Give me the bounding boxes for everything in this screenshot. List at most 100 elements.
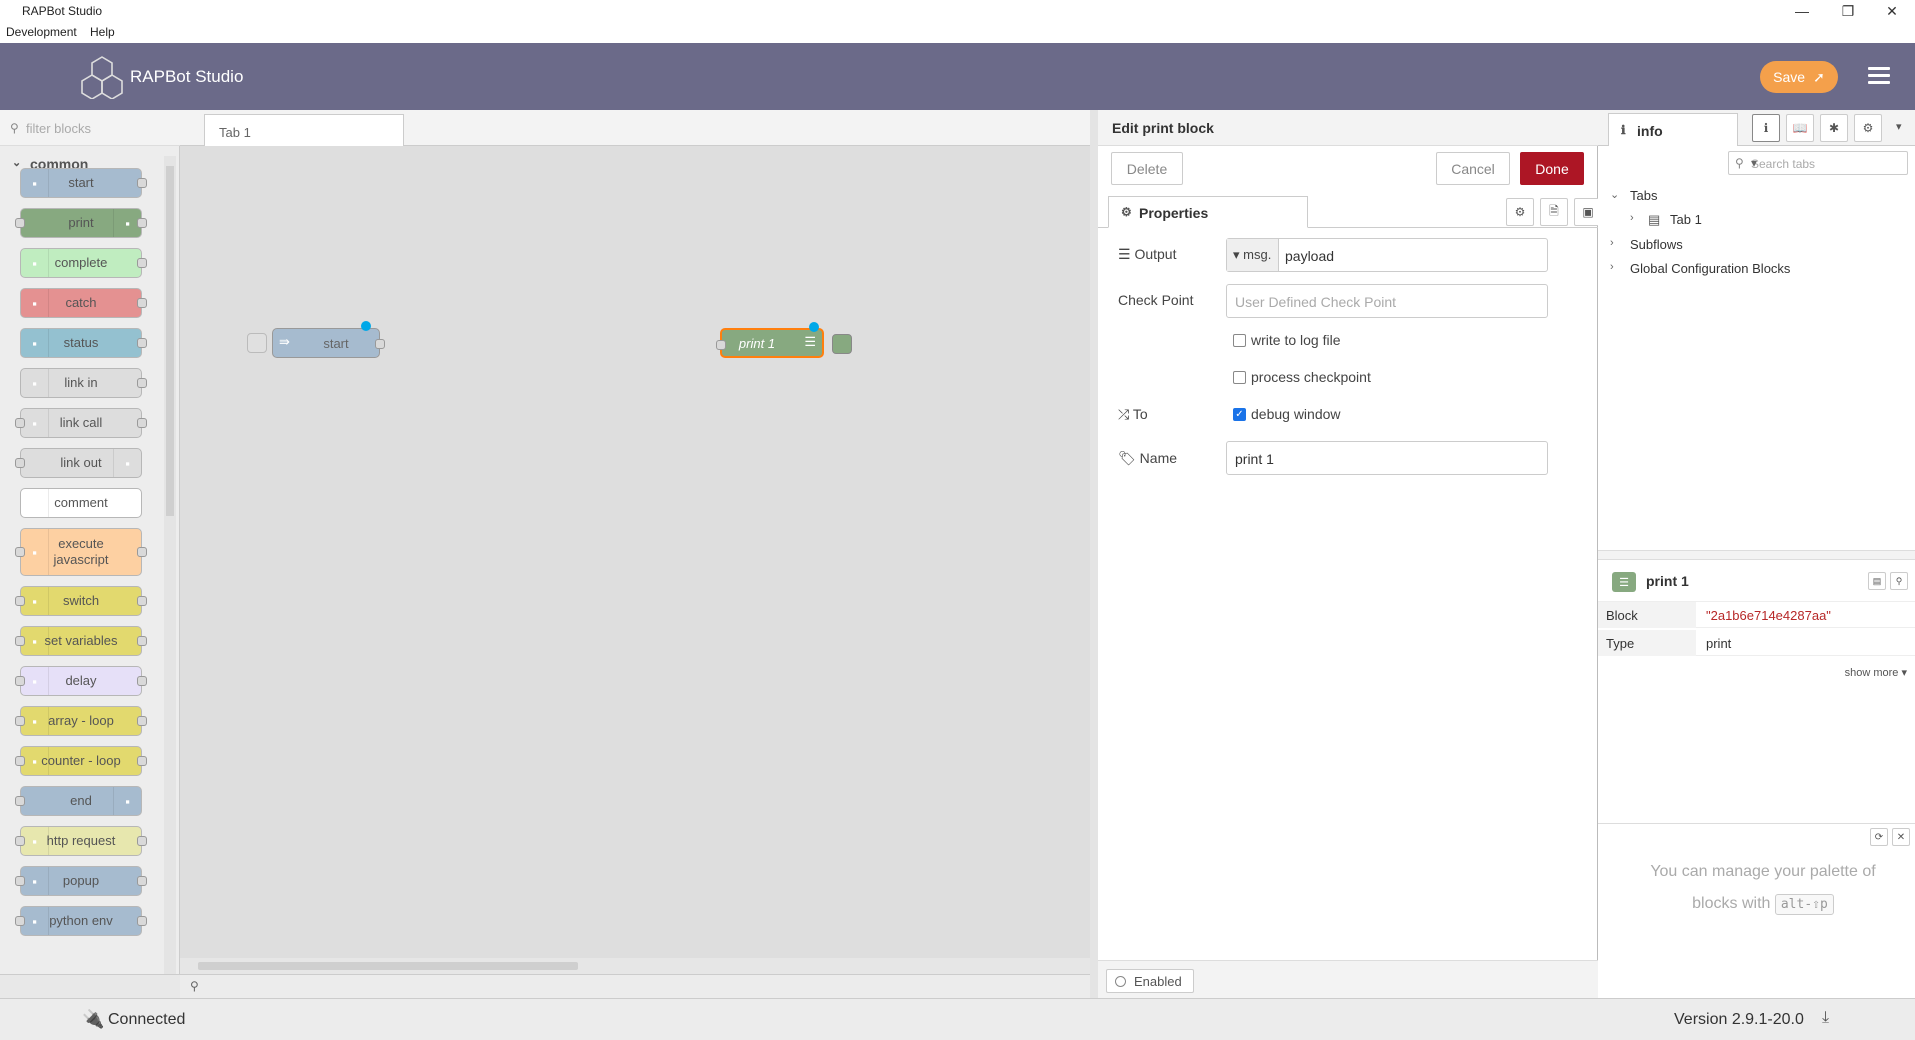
palette-node-complete[interactable]: ▪ complete [20,248,147,278]
bug-icon: ✱ [1828,121,1840,135]
delete-button[interactable]: Delete [1111,152,1183,185]
palette-node-catch[interactable]: ▪ catch [20,288,147,318]
palette-node-link-in[interactable]: ▪ link in [20,368,147,398]
flow-canvas[interactable]: ⇛ start print 1 ☰ [180,146,1090,958]
tree-global-config[interactable]: › Global Configuration Blocks [1610,261,1790,276]
zoom-search-icon[interactable]: ⚲ [190,979,199,993]
output-port [137,547,147,557]
input-port[interactable] [716,340,726,350]
version-label: Version 2.9.1-20.0 [1674,1011,1804,1028]
tree-subflows[interactable]: › Subflows [1610,237,1683,252]
palette-node-comment[interactable]: ▪ comment [20,488,142,518]
help-tab-button[interactable]: 📖 [1786,114,1814,142]
node-icon: ▪ [21,489,49,517]
restore-button[interactable]: ❐ [1826,0,1870,22]
input-port [15,418,25,428]
start-arrow-icon: ⇛ [279,334,290,349]
prop-row-block: Block "2a1b6e714e4287aa" [1598,602,1915,628]
debug-window-checkbox[interactable]: ✓ [1233,408,1246,421]
palette-scrollbar[interactable] [164,156,176,976]
debug-tab-button[interactable]: ✱ [1820,114,1848,142]
palette-node-popup[interactable]: ▪ popup [15,866,147,896]
palette-node-execute-javascript[interactable]: ▪ execute javascript [15,528,147,576]
search-button[interactable]: ⚲ [1890,572,1908,590]
write-log-checkbox[interactable] [1233,334,1246,347]
prop-row-type: Type print [1598,630,1915,656]
palette-node-status[interactable]: ▪ status [20,328,147,358]
filter-blocks-input[interactable]: ⚲ filter blocks [0,110,180,146]
tab-1[interactable]: Tab 1 [204,114,404,147]
close-window-button[interactable]: ✕ [1870,0,1914,22]
debug-toggle-button[interactable] [832,334,852,354]
canvas-horizontal-scrollbar[interactable] [180,958,1090,974]
description-tab-button[interactable]: 🗎 [1540,198,1568,226]
checkpoint-label: Check Point [1118,292,1194,308]
output-port[interactable] [375,339,385,349]
info-icon: ℹ [1763,121,1769,135]
canvas-node-print-1[interactable]: print 1 ☰ [716,322,852,358]
palette-node-print[interactable]: ▪ print [15,208,147,238]
output-field[interactable]: ▾ msg. payload [1226,238,1548,272]
palette-node-python-env[interactable]: ▪ python env [15,906,147,936]
palette-node-http-request[interactable]: ▪ http request [15,826,147,856]
inject-button[interactable] [247,333,267,353]
name-input[interactable]: print 1 [1226,441,1548,475]
block-palette: ⚲ filter blocks ⌄ common ▪ start ▪ print ▪ co… [0,110,180,998]
output-port [137,378,147,388]
sidebar-tabs: ℹ info ℹ 📖 ✱ ⚙ ▾ [1598,110,1915,146]
output-port [137,258,147,268]
tip-text: You can manage your palette of blocks wi… [1628,856,1898,921]
cancel-button[interactable]: Cancel [1436,152,1510,185]
canvas-node-start[interactable]: ⇛ start [247,321,385,358]
output-port [137,756,147,766]
palette-node-counter---loop[interactable]: ▪ counter - loop [15,746,147,776]
chevron-down-icon: ⌄ [1610,189,1620,201]
minimize-button[interactable]: — [1780,0,1824,22]
palette-node-link-call[interactable]: ▪ link call [15,408,147,438]
refresh-icon[interactable]: ⟳ [1870,828,1888,846]
main-menu-icon[interactable] [1868,67,1890,85]
type-selector[interactable]: ▾ msg. [1227,239,1279,271]
search-tabs-input[interactable]: ⚲ Search tabs ▾ [1728,151,1908,175]
changed-indicator [809,322,819,332]
node-icon: ▪ [21,867,49,895]
info-tab-button[interactable]: ℹ [1752,114,1780,142]
done-button[interactable]: Done [1520,152,1584,185]
input-port [15,218,25,228]
checkpoint-input[interactable]: User Defined Check Point [1226,284,1548,318]
enabled-toggle[interactable]: Enabled [1106,969,1194,993]
print-node-icon: ☰ [1612,572,1636,592]
chevron-down-icon[interactable]: ▾ [1896,120,1902,133]
close-icon[interactable]: ✕ [1892,828,1910,846]
node-icon: ▪ [21,707,49,735]
input-port [15,716,25,726]
palette-node-set-variables[interactable]: ▪ set variables [15,626,147,656]
download-icon[interactable]: ⤓ [1822,1009,1829,1027]
input-port [15,458,25,468]
settings-tab-button[interactable]: ⚙ [1506,198,1534,226]
palette-node-start[interactable]: ▪ start [20,168,147,198]
write-log-label: write to log file [1251,332,1341,348]
show-more-link[interactable]: show more ▾ [1845,666,1907,679]
tab-properties[interactable]: ⚙ Properties [1108,196,1308,228]
menu-development[interactable]: Development [6,25,77,39]
process-checkpoint-checkbox[interactable] [1233,371,1246,384]
gear-icon: ⚙ [1862,121,1874,135]
palette-node-array---loop[interactable]: ▪ array - loop [15,706,147,736]
tree-tab-1[interactable]: › ▤ Tab 1 [1630,212,1702,227]
tab-info[interactable]: ℹ info [1608,113,1738,146]
save-label: Save [1773,69,1806,85]
palette-node-delay[interactable]: ▪ delay [15,666,147,696]
palette-node-end[interactable]: ▪ end [15,786,142,816]
workspace-footer: ⚲ [180,974,1090,998]
tips-panel: ⟳ ✕ You can manage your palette of block… [1598,823,1915,953]
menu-help[interactable]: Help [90,25,115,39]
input-port [15,796,25,806]
palette-node-link-out[interactable]: ▪ link out [15,448,142,478]
tree-tabs[interactable]: ⌄ Tabs [1610,188,1657,203]
palette-node-switch[interactable]: ▪ switch [15,586,147,616]
sidebar-resize-handle[interactable] [1598,550,1915,560]
config-tab-button[interactable]: ⚙ [1854,114,1882,142]
show-help-button[interactable]: ▤ [1868,572,1886,590]
save-button[interactable]: Save ➚ [1760,61,1838,93]
